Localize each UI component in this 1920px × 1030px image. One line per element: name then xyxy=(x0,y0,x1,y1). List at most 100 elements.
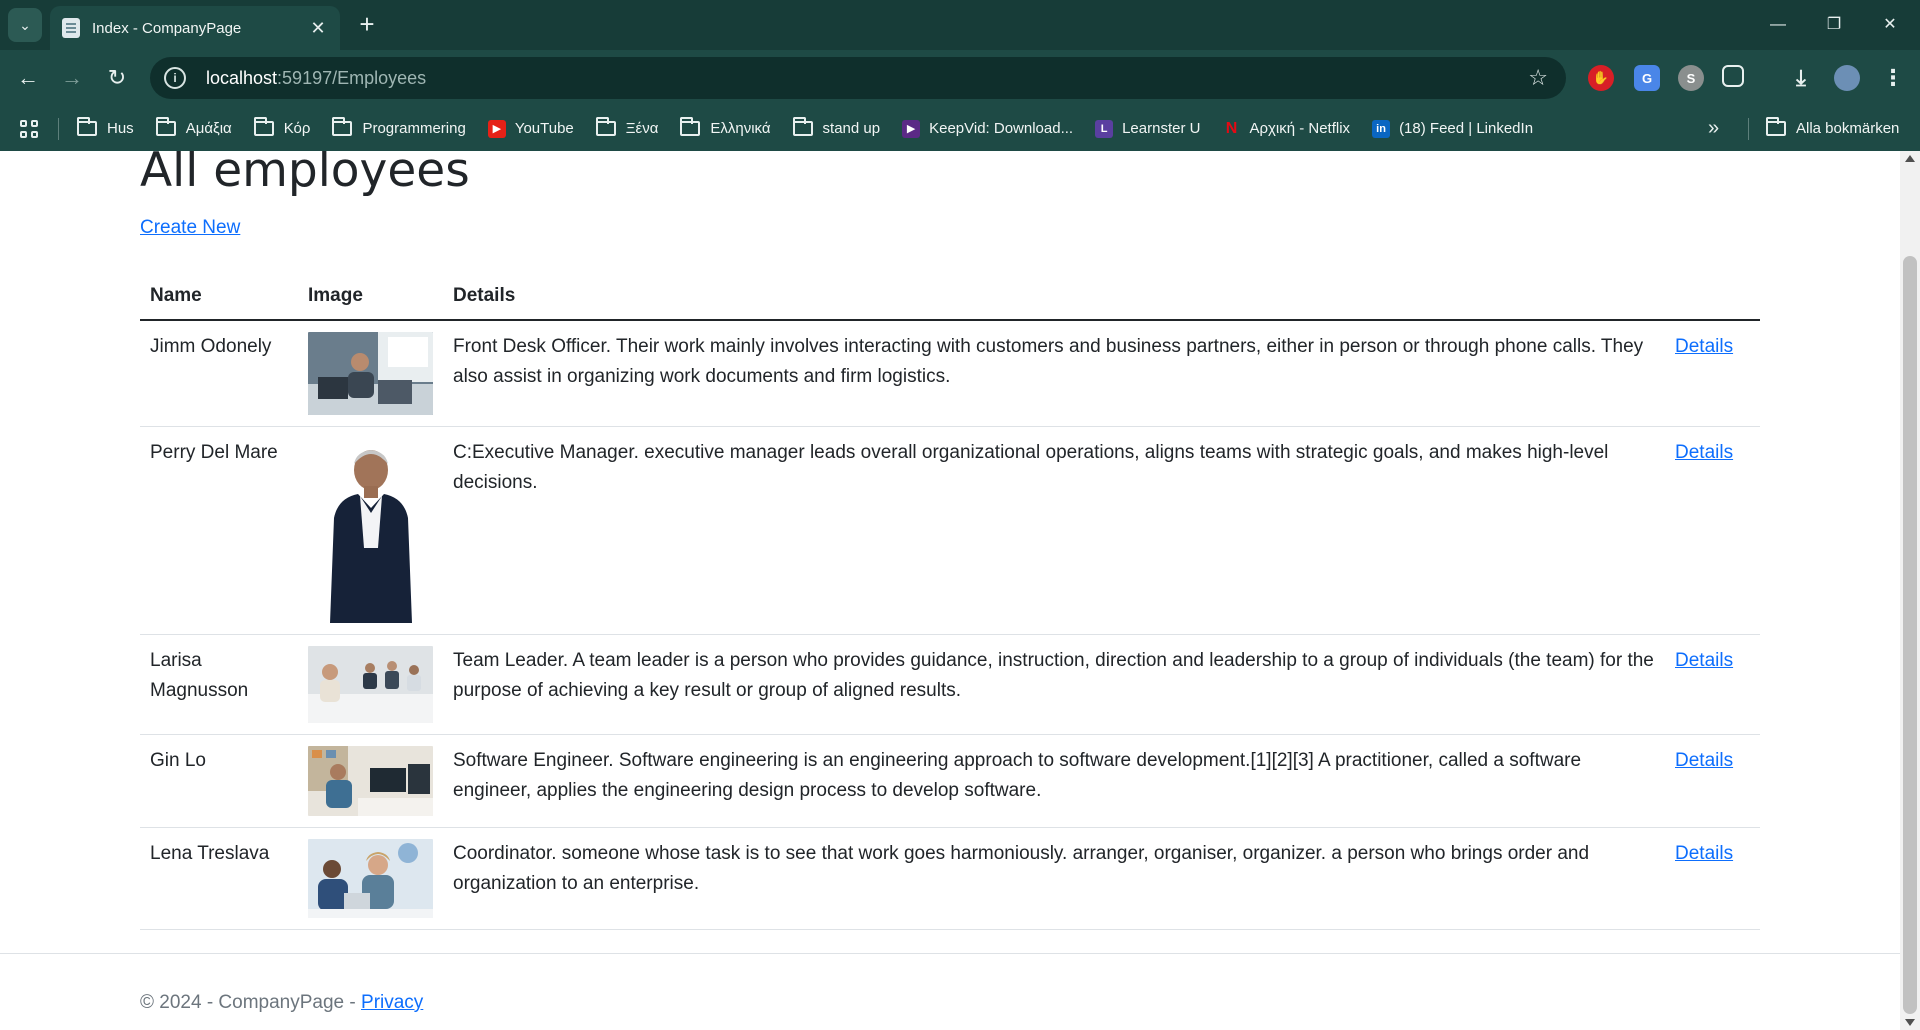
table-row: Gin Lo Software Engineer. Software engin… xyxy=(140,734,1760,828)
table-row: Lena Treslava Coordinator. someone whose… xyxy=(140,827,1760,930)
apps-grid-icon[interactable] xyxy=(20,119,38,138)
bookmark-item[interactable]: ▶ YouTube xyxy=(487,119,574,138)
close-window-button[interactable]: ✕ xyxy=(1870,8,1910,42)
page-footer: © 2024 - CompanyPage - Privacy xyxy=(0,953,1900,1030)
bookmark-item[interactable]: Programmering xyxy=(332,117,466,137)
bookmark-star-icon[interactable]: ☆ xyxy=(1528,65,1548,91)
back-button[interactable]: ← xyxy=(10,60,46,96)
folder-icon xyxy=(792,117,813,136)
details-link[interactable]: Details xyxy=(1675,843,1733,864)
restore-button[interactable]: ❐ xyxy=(1814,8,1854,42)
bookmark-label: stand up xyxy=(822,120,881,137)
details-link[interactable]: Details xyxy=(1675,750,1733,771)
translate-extension-icon[interactable]: G xyxy=(1634,65,1660,91)
profile-avatar[interactable] xyxy=(1834,65,1860,91)
address-bar[interactable]: i localhost:59197/Employees ☆ xyxy=(150,57,1566,99)
minimize-button[interactable]: — xyxy=(1758,8,1798,42)
bookmark-label: KeepVid: Download... xyxy=(929,120,1074,137)
bookmark-item[interactable]: Κόρ xyxy=(253,117,311,137)
employee-details: C:Executive Manager. executive manager l… xyxy=(443,426,1665,635)
chevron-down-icon: ⌄ xyxy=(19,16,31,33)
keepvid-icon: ▶ xyxy=(902,119,921,138)
bookmark-item[interactable]: L Learnster U xyxy=(1095,119,1201,138)
new-tab-button[interactable]: + xyxy=(352,10,382,40)
more-bookmarks-icon[interactable]: » xyxy=(1708,106,1719,151)
employee-name: Lena Treslava xyxy=(140,827,298,930)
bookmark-label: Learnster U xyxy=(1122,120,1201,137)
bookmark-label: Αμάξια xyxy=(185,120,232,137)
browser-toolbar: ← → ↻ i localhost:59197/Employees ☆ ✋ G … xyxy=(0,50,1920,106)
bookmark-label: YouTube xyxy=(514,120,574,137)
details-link[interactable]: Details xyxy=(1675,336,1733,357)
employee-details: Front Desk Officer. Their work mainly in… xyxy=(443,320,1665,427)
column-header-actions xyxy=(1665,264,1760,321)
site-info-icon[interactable]: i xyxy=(164,67,186,89)
bookmark-item[interactable]: stand up xyxy=(792,117,881,137)
youtube-icon: ▶ xyxy=(487,119,506,138)
tab-strip: ⌄ Index - CompanyPage ✕ + — ❐ ✕ xyxy=(0,0,1920,50)
folder-icon xyxy=(77,117,97,136)
browser-chrome: ⌄ Index - CompanyPage ✕ + — ❐ ✕ ← → ↻ i … xyxy=(0,0,1920,151)
browser-menu-icon[interactable]: ⋮ xyxy=(1880,65,1906,91)
table-header-row: Name Image Details xyxy=(140,264,1760,321)
bookmarks-bar: Hus Αμάξια Κόρ Programmering ▶ YouTube Ξένα Ελλ… xyxy=(0,106,1920,151)
folder-icon xyxy=(155,117,176,136)
employee-name: Jimm Odonely xyxy=(140,320,298,427)
scrollbar-thumb[interactable] xyxy=(1903,256,1917,1014)
all-bookmarks-folder[interactable]: Alla bokmärken xyxy=(1766,106,1899,151)
bookmark-item[interactable]: ▶ KeepVid: Download... xyxy=(902,119,1074,138)
netflix-icon: N xyxy=(1225,119,1238,137)
extensions-icon[interactable] xyxy=(1722,65,1744,87)
page-viewport: All employees Create New Name Image Deta… xyxy=(0,151,1900,1030)
bookmark-label: Hus xyxy=(107,120,134,137)
employee-photo xyxy=(308,438,433,623)
active-tab[interactable]: Index - CompanyPage ✕ xyxy=(50,6,340,50)
scroll-down-arrow-icon[interactable] xyxy=(1905,1019,1915,1026)
employee-name: Larisa Magnusson xyxy=(140,634,298,735)
column-header-name: Name xyxy=(140,264,298,321)
skype-extension-icon[interactable]: S xyxy=(1678,65,1704,91)
folder-icon xyxy=(332,117,353,136)
folder-icon xyxy=(595,117,616,136)
bookmark-item[interactable]: Hus xyxy=(77,117,134,137)
bookmark-item[interactable]: Αμάξια xyxy=(155,117,232,137)
employee-photo xyxy=(308,332,433,415)
bookmark-label: Κόρ xyxy=(283,120,311,137)
page-title: All employees xyxy=(140,151,470,198)
privacy-link[interactable]: Privacy xyxy=(361,992,423,1013)
employee-details: Software Engineer. Software engineering … xyxy=(443,734,1665,828)
employee-name: Perry Del Mare xyxy=(140,426,298,635)
tab-search-button[interactable]: ⌄ xyxy=(8,8,42,42)
adblock-extension-icon[interactable]: ✋ xyxy=(1588,65,1614,91)
vertical-scrollbar[interactable] xyxy=(1900,151,1920,1030)
all-bookmarks-label: Alla bokmärken xyxy=(1796,120,1900,137)
linkedin-icon: in xyxy=(1372,119,1391,138)
page-favicon-icon xyxy=(62,18,80,38)
column-header-details: Details xyxy=(443,264,1665,321)
forward-button[interactable]: → xyxy=(54,60,90,96)
close-tab-icon[interactable]: ✕ xyxy=(308,18,328,39)
bookmark-item[interactable]: in (18) Feed | LinkedIn xyxy=(1372,119,1533,138)
bookmark-label: Ξένα xyxy=(625,120,659,137)
bookmarks-divider xyxy=(58,117,59,140)
bookmark-list: Hus Αμάξια Κόρ Programmering ▶ YouTube Ξένα Ελλ… xyxy=(77,117,1555,138)
table-row: Larisa Magnusson Team Leader. A team lea… xyxy=(140,634,1760,735)
bookmark-label: Ελληνικά xyxy=(710,120,771,137)
column-header-image: Image xyxy=(298,264,443,321)
employee-photo xyxy=(308,746,433,816)
details-link[interactable]: Details xyxy=(1675,650,1733,671)
bookmark-label: Programmering xyxy=(362,120,466,137)
bookmark-item[interactable]: Ξένα xyxy=(595,117,659,137)
download-icon[interactable]: ⤓ xyxy=(1788,65,1814,91)
bookmark-item[interactable]: Ελληνικά xyxy=(680,117,771,137)
scroll-up-arrow-icon[interactable] xyxy=(1905,155,1915,162)
folder-icon xyxy=(680,117,701,136)
copyright-text: © 2024 - CompanyPage - xyxy=(140,992,362,1013)
table-row: Perry Del Mare C:Executive Manager. exec… xyxy=(140,426,1760,635)
details-link[interactable]: Details xyxy=(1675,442,1733,463)
create-new-link[interactable]: Create New xyxy=(140,217,240,239)
url-text[interactable]: localhost:59197/Employees xyxy=(206,68,1528,89)
reload-button[interactable]: ↻ xyxy=(99,60,135,96)
bookmark-item[interactable]: N Αρχική - Netflix xyxy=(1222,120,1350,138)
table-row: Jimm Odonely Front Desk Officer. Their w… xyxy=(140,320,1760,427)
